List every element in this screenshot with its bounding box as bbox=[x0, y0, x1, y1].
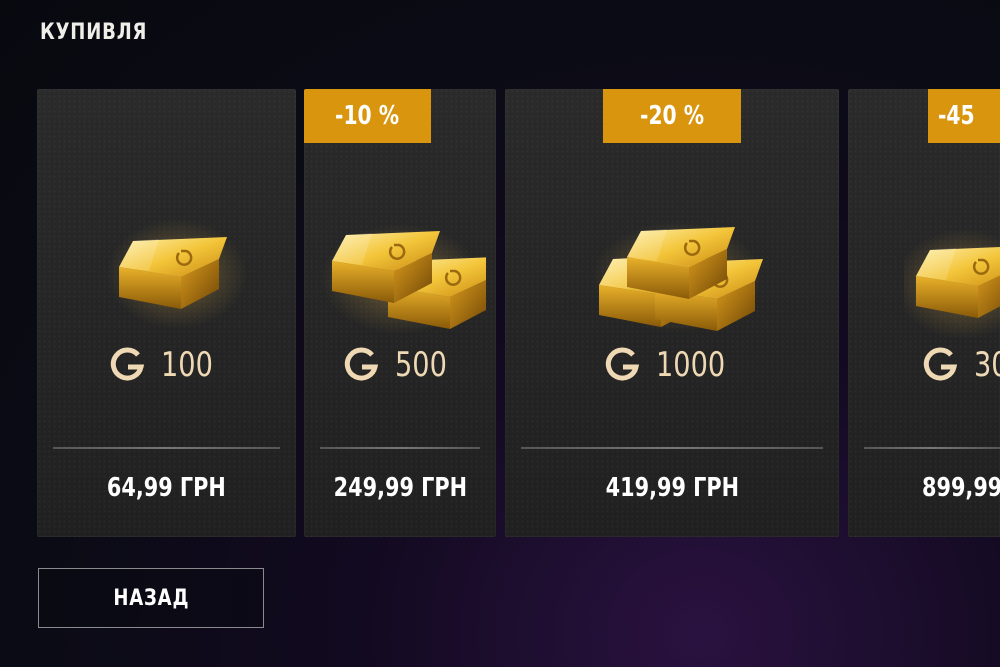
gold-bars-icon bbox=[321, 224, 486, 334]
offer-card-100[interactable]: 100 64,99 ГРН bbox=[37, 89, 296, 537]
gold-currency-icon bbox=[110, 347, 145, 381]
gold-bar-icon bbox=[107, 219, 247, 329]
divider bbox=[521, 447, 823, 449]
price-label: 64,99 ГРН bbox=[107, 473, 226, 503]
page-title: КУПИВЛЯ bbox=[40, 20, 148, 45]
divider bbox=[320, 447, 480, 449]
gold-currency-icon bbox=[605, 347, 639, 381]
gold-bars-icon bbox=[904, 229, 1000, 339]
offer-card-1000[interactable]: -20 % 1000 419,99 ГРН bbox=[505, 89, 839, 537]
price-label: 899,99 bbox=[922, 473, 1000, 503]
back-button[interactable]: НАЗАД bbox=[38, 568, 264, 628]
gold-amount-value: 1000 bbox=[655, 345, 725, 385]
gold-currency-icon bbox=[344, 347, 378, 381]
offer-card-partial[interactable]: -45 30 899,99 bbox=[848, 89, 1000, 537]
offer-card-500[interactable]: -10 % 500 249,99 ГРН bbox=[304, 89, 496, 537]
gold-currency-icon bbox=[923, 347, 958, 381]
gold-bars-icon bbox=[592, 222, 765, 333]
discount-badge: -45 bbox=[928, 89, 1000, 143]
divider bbox=[864, 447, 1000, 449]
gold-amount: 30 bbox=[920, 345, 1000, 385]
gold-amount-value: 100 bbox=[161, 345, 213, 385]
price-label: 249,99 ГРН bbox=[333, 473, 467, 503]
discount-badge: -20 % bbox=[603, 89, 741, 143]
divider bbox=[53, 447, 280, 449]
gold-amount-value: 500 bbox=[394, 345, 447, 385]
gold-amount: 100 bbox=[37, 345, 296, 385]
gold-amount: 1000 bbox=[505, 345, 839, 385]
discount-badge: -10 % bbox=[304, 89, 431, 143]
gold-amount-value: 30 bbox=[974, 345, 1000, 385]
price-label: 419,99 ГРН bbox=[605, 473, 739, 503]
gold-amount: 500 bbox=[304, 345, 496, 385]
